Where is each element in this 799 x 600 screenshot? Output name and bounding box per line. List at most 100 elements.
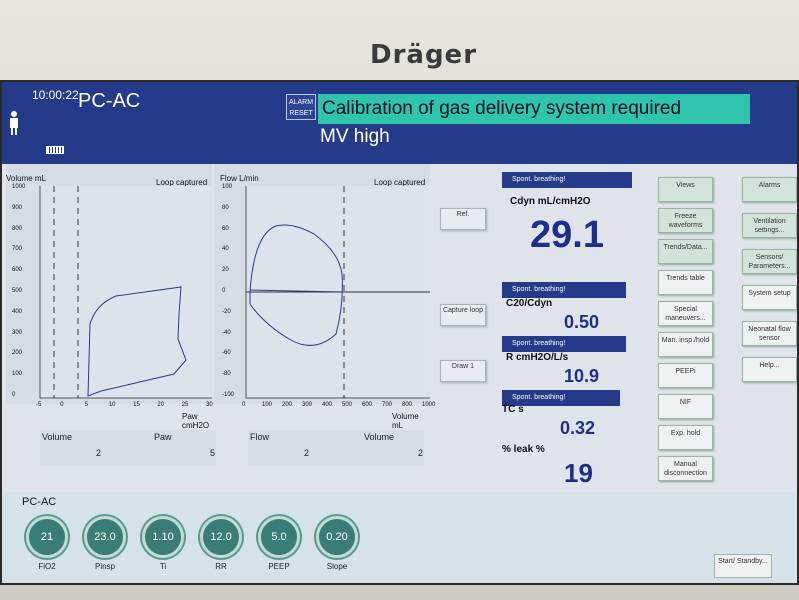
loop1-y-tick: 900: [12, 204, 23, 211]
menu-button[interactable]: Neonatal flow sensor: [742, 321, 797, 346]
setting-knob[interactable]: 1.10: [142, 516, 184, 558]
ref-button[interactable]: Ref.: [440, 208, 486, 230]
setting-knob[interactable]: 5.0: [258, 516, 300, 558]
r-value: 10.9: [564, 366, 600, 386]
tc-value: 0.32: [560, 418, 596, 438]
menu-button[interactable]: System setup: [742, 285, 797, 310]
loops-area: Volume mL Loop captured Paw cmH2O 1000 90…: [2, 164, 502, 494]
loop2-x-tick: 800: [402, 402, 413, 408]
param-head-1: Spont. breathing!: [502, 172, 632, 188]
menu-button[interactable]: PEEPi: [658, 363, 713, 388]
knob-value: 0.20: [326, 531, 348, 543]
loop2-y-tick: -80: [222, 371, 231, 378]
c20-value: 0.50: [564, 312, 600, 332]
loop2-label-flow: Flow: [250, 432, 270, 442]
loop1-label-volume: Volume: [42, 432, 73, 442]
menu-button[interactable]: Trends/Data...: [658, 239, 713, 264]
setting-knob[interactable]: 21: [26, 516, 68, 558]
setting-knob[interactable]: 23.0: [84, 516, 126, 558]
capture-loop-button[interactable]: Capture loop: [440, 304, 486, 326]
knob-label: RR: [215, 562, 227, 571]
loop2-x-tick: 400: [322, 402, 333, 408]
draw-button[interactable]: Draw 1: [440, 360, 486, 382]
loop2-y-tick: -100: [222, 392, 235, 398]
standby-button[interactable]: Start/ Standby...: [714, 554, 772, 578]
settings-mode: PC-AC: [22, 496, 57, 508]
c20-label: C20/Cdyn: [506, 298, 553, 309]
menu-button[interactable]: Manual disconnection: [658, 456, 713, 481]
header-bar: 10:00:22 PC-AC ALARM RESET Calibration o…: [2, 82, 797, 164]
setting-knob[interactable]: 0.20: [316, 516, 358, 558]
knob-label: Slope: [326, 562, 348, 571]
loop2-value-volume: 2: [418, 448, 424, 458]
setting-knob[interactable]: 12.0: [200, 516, 242, 558]
loop1-y-tick: 100: [12, 371, 23, 378]
loop1-chart: [39, 186, 212, 399]
loop1-values: Volume 2 Paw 5: [40, 430, 216, 466]
loop1-y-tick: 700: [12, 246, 23, 253]
loop2-y-tick: -60: [222, 350, 231, 357]
pressure-volume-loop: Volume mL Loop captured Paw cmH2O 1000 90…: [6, 164, 213, 430]
knob-value: 1.10: [152, 531, 174, 543]
loop1-x-tick: 20: [157, 402, 165, 408]
menu-button[interactable]: Ventilation settings...: [742, 213, 797, 238]
menu-button[interactable]: Exp. hold: [658, 425, 713, 450]
knob-value: 5.0: [271, 531, 287, 543]
loop2-x-tick: 1000: [422, 402, 436, 408]
ventilation-mode: PC-AC: [78, 90, 141, 112]
loop2-y-tick: -40: [222, 329, 231, 336]
loop1-y-tick: 600: [12, 267, 23, 274]
loop1-y-tick: 200: [12, 350, 23, 357]
menu-button[interactable]: Freeze waveforms: [658, 208, 713, 233]
loop1-x-tick: 5: [84, 402, 88, 408]
alarm-reset-button[interactable]: ALARM RESET: [286, 94, 316, 120]
alarm-message-high: Calibration of gas delivery system requi…: [318, 94, 750, 124]
knob-label: FiO2: [38, 562, 56, 571]
loop2-x-tick: 100: [262, 402, 273, 408]
cdyn-value: 29.1: [530, 214, 604, 256]
loop2-y-tick: 80: [222, 204, 229, 211]
loop1-y-tick: 400: [12, 308, 23, 315]
tc-label: TC s: [502, 404, 524, 415]
loop1-y-tick: 500: [12, 288, 23, 294]
menu-button[interactable]: Help...: [742, 357, 797, 382]
knob-label: Pinsp: [94, 562, 115, 571]
leak-value: 19: [564, 458, 593, 488]
menu-button[interactable]: NIF: [658, 394, 713, 419]
loop1-y-tick: 1000: [12, 184, 26, 190]
menu-button[interactable]: Alarms: [742, 177, 797, 202]
loop1-x-tick: 30: [206, 402, 213, 408]
menu-button[interactable]: Trends table: [658, 270, 713, 295]
menu-button[interactable]: Sensors/ Parameters...: [742, 249, 797, 274]
settings-bar: PC-AC 21 FiO2 23.0 Pinsp 1.10 Ti 12.0 RR 5.0 PEEP…: [2, 492, 797, 583]
loop2-y-tick: 60: [222, 225, 229, 232]
param-head-3: Spont. breathing!: [502, 336, 626, 352]
measured-parameters: Spont. breathing! Cdyn mL/cmH2O 29.1 Spo…: [502, 172, 632, 512]
loop1-x-tick: 15: [133, 402, 140, 408]
loop1-value-paw: 5: [210, 448, 216, 458]
loop2-x-tick: 600: [362, 402, 373, 408]
loop2-value-flow: 2: [304, 448, 310, 458]
loop2-y-tick: -20: [222, 308, 231, 315]
menu-button[interactable]: Views: [658, 177, 713, 202]
battery-icon: [46, 146, 64, 154]
knob-value: 21: [40, 531, 54, 543]
loop1-label-paw: Paw: [154, 432, 172, 442]
loop1-x-tick: -5: [36, 402, 42, 408]
loop2-x-tick: 500: [342, 402, 353, 408]
loop1-y-tick: 300: [12, 329, 23, 336]
loop1-y-tick: 0: [12, 392, 16, 398]
loop2-y-tick: 20: [222, 267, 229, 274]
ventilator-screen: 10:00:22 PC-AC ALARM RESET Calibration o…: [0, 80, 799, 585]
loop1-y-tick: 800: [12, 225, 23, 232]
loop2-y-tick: 0: [222, 288, 226, 294]
param-head-2: Spont. breathing!: [502, 282, 626, 298]
menu-button[interactable]: Special maneuvers...: [658, 301, 713, 326]
menu-button[interactable]: Man. insp./hold: [658, 332, 713, 357]
loop2-x-tick: 700: [382, 402, 393, 408]
loop1-x-tick: 25: [181, 402, 189, 408]
loop1-x-tick: 10: [108, 402, 116, 408]
loop1-value-volume: 2: [96, 448, 102, 458]
knob-value: 23.0: [94, 531, 116, 543]
loop2-chart: [245, 186, 430, 399]
